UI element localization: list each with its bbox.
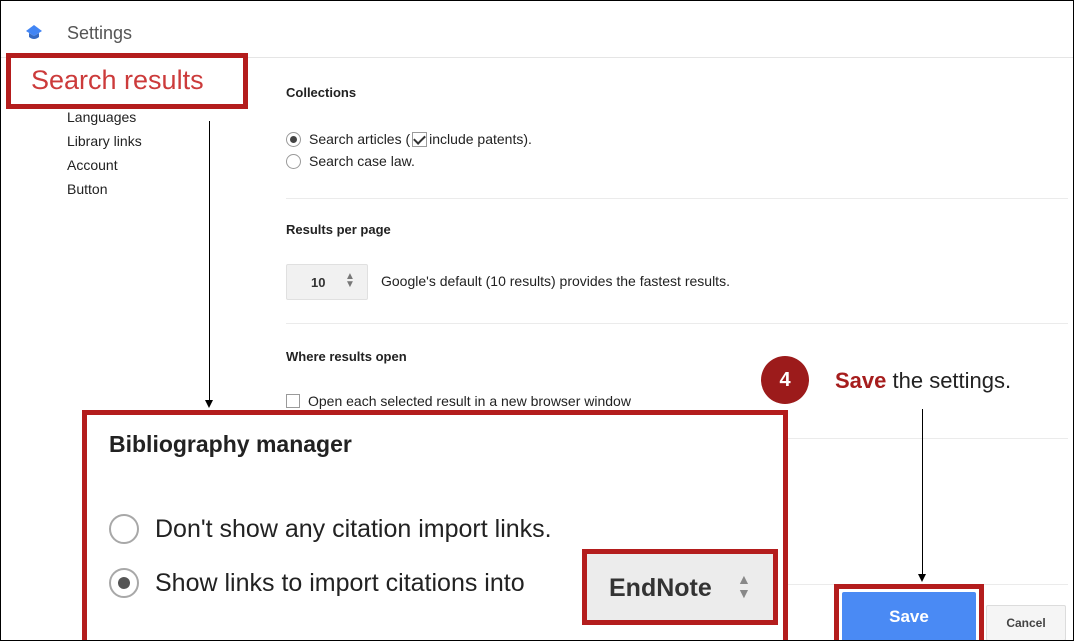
up-down-arrows-icon: ▲ ▼ <box>345 271 355 290</box>
section-title-where-results-open: Where results open <box>286 349 407 364</box>
save-button-highlight <box>834 584 984 640</box>
section-divider <box>286 323 1068 324</box>
option-search-case-law[interactable]: Search case law. <box>286 153 415 169</box>
option-label: Don't show any citation import links. <box>155 514 552 543</box>
arrow-down-icon <box>205 400 213 408</box>
results-per-page-helper: Google's default (10 results) provides t… <box>381 273 730 289</box>
option-label-after: include patents). <box>429 131 532 147</box>
step-number-badge: 4 <box>761 356 809 404</box>
step-highlight: Save <box>835 368 887 393</box>
up-down-arrows-icon: ▲ ▼ <box>737 571 751 601</box>
sidebar-item-library-links[interactable]: Library links <box>67 129 142 153</box>
section-title-results-per-page: Results per page <box>286 222 391 237</box>
open-new-window-checkbox[interactable] <box>286 394 300 408</box>
sidebar-item-account[interactable]: Account <box>67 153 142 177</box>
sidebar-item-button[interactable]: Button <box>67 177 142 201</box>
option-show-citation-links[interactable]: Show links to import citations into <box>109 568 525 598</box>
step-instruction: Save the settings. <box>835 368 1011 394</box>
step-text: the settings. <box>886 368 1012 393</box>
cancel-button[interactable]: Cancel <box>986 605 1066 640</box>
scholar-logo-icon <box>26 25 42 39</box>
arrow-down-icon <box>918 574 926 582</box>
option-label-before: Search articles ( <box>309 131 411 147</box>
results-per-page-select[interactable]: 10 ▲ ▼ <box>286 264 368 300</box>
page-title: Settings <box>67 23 133 43</box>
option-no-citation-links[interactable]: Don't show any citation import links. <box>109 514 552 544</box>
section-divider <box>286 198 1068 199</box>
include-patents-checkbox-icon[interactable] <box>412 131 428 147</box>
bibliography-manager-zoom: Bibliography manager Don't show any cita… <box>82 410 788 640</box>
settings-sidebar: Languages Library links Account Button <box>67 105 142 201</box>
top-bar: Settings <box>1 1 1073 58</box>
radio-show-citation-links[interactable] <box>109 568 139 598</box>
citation-manager-value: EndNote <box>609 574 712 602</box>
results-per-page-value: 10 <box>311 275 326 290</box>
option-search-articles[interactable]: Search articles ( include patents). <box>286 131 532 147</box>
screenshot-frame: Settings Languages Library links Account… <box>0 0 1074 641</box>
step-connector-line <box>922 409 923 575</box>
radio-search-case-law[interactable] <box>286 153 301 169</box>
bibliography-title: Bibliography manager <box>109 431 352 457</box>
radio-search-articles[interactable] <box>286 131 301 147</box>
open-new-window-option[interactable]: Open each selected result in a new brows… <box>286 393 631 409</box>
citation-manager-select[interactable]: EndNote ▲ ▼ <box>582 549 778 625</box>
callout-connector-line <box>209 121 210 401</box>
option-label: Search case law. <box>309 153 415 169</box>
option-label: Show links to import citations into <box>155 568 525 597</box>
radio-no-citation-links[interactable] <box>109 514 139 544</box>
section-title-collections: Collections <box>286 85 357 100</box>
checkbox-label: Open each selected result in a new brows… <box>308 393 631 409</box>
search-results-callout: Search results <box>6 53 248 109</box>
